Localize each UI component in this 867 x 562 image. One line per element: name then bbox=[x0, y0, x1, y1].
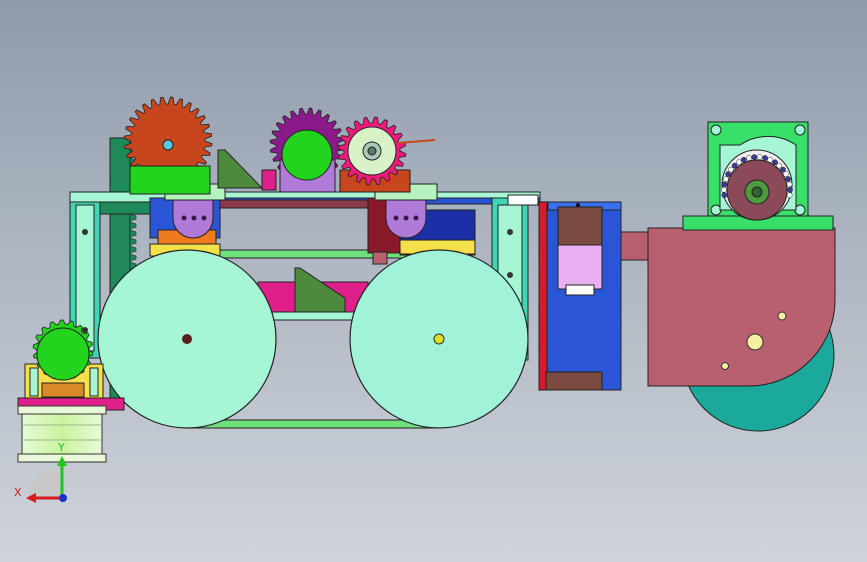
chain-link bbox=[787, 186, 793, 193]
chain-link bbox=[783, 171, 789, 177]
chain-link bbox=[751, 154, 758, 160]
pink-sprocket bbox=[337, 116, 436, 193]
chain-link bbox=[776, 162, 783, 169]
chain-link bbox=[736, 159, 742, 166]
chain-link bbox=[746, 155, 752, 161]
chain-link bbox=[767, 156, 774, 163]
assembly-model[interactable] bbox=[0, 0, 867, 562]
coordinate-triad[interactable] bbox=[26, 456, 67, 503]
chain-link bbox=[731, 162, 738, 169]
triad-x-label: X bbox=[14, 486, 22, 499]
gear-mount-block bbox=[129, 165, 211, 195]
chain-link bbox=[728, 166, 734, 173]
triad-y-label: Y bbox=[58, 441, 65, 454]
center-bracket bbox=[257, 267, 369, 321]
rack-tooth bbox=[129, 213, 137, 222]
chain-link bbox=[780, 166, 786, 173]
triangular-gusset bbox=[217, 149, 264, 189]
chain-link bbox=[785, 176, 791, 182]
chain-link bbox=[740, 156, 747, 163]
rack-tooth bbox=[129, 253, 137, 262]
rack-tooth bbox=[129, 237, 137, 246]
chain-link bbox=[721, 186, 727, 193]
rack-tooth bbox=[129, 229, 137, 238]
purple-gear-assembly bbox=[269, 107, 345, 193]
rear-wheel bbox=[97, 249, 277, 429]
top-right-motor-mount bbox=[682, 121, 834, 231]
drive-housing bbox=[538, 201, 622, 391]
front-wheel bbox=[349, 249, 529, 429]
right-drive-module bbox=[620, 227, 836, 432]
chain-link bbox=[772, 159, 778, 166]
rack-tooth bbox=[129, 245, 137, 254]
small-bracket bbox=[261, 169, 277, 191]
chain-link bbox=[721, 181, 728, 188]
chain-link bbox=[723, 176, 729, 182]
chain-link bbox=[725, 171, 731, 177]
rack-tooth bbox=[129, 221, 137, 230]
chain-link bbox=[756, 154, 763, 160]
chain-link bbox=[786, 181, 793, 188]
chain-link bbox=[786, 192, 793, 199]
chain-link bbox=[762, 155, 768, 161]
cad-viewport[interactable]: X Y bbox=[0, 0, 867, 562]
chain-link bbox=[721, 192, 728, 199]
